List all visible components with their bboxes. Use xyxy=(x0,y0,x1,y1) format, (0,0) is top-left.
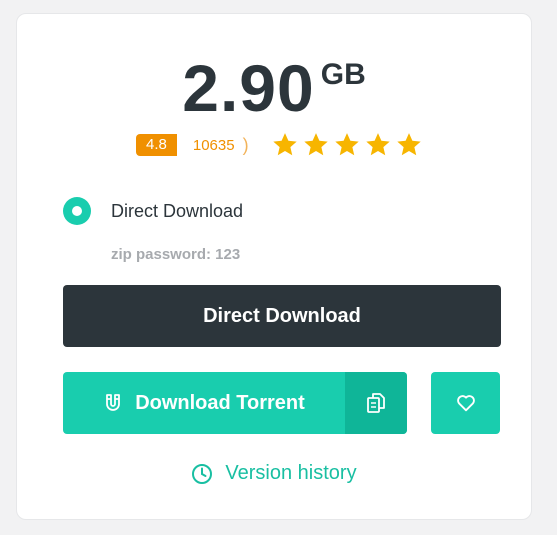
star-icon[interactable] xyxy=(395,131,423,159)
heart-icon xyxy=(456,395,475,412)
download-option-label: Direct Download xyxy=(111,200,244,221)
star-icon[interactable] xyxy=(364,131,392,159)
copy-link-button[interactable] xyxy=(345,372,407,434)
file-size: 2.90 GB xyxy=(17,55,531,121)
rating-row: 4.8 10635 ) xyxy=(136,131,423,159)
version-history-link[interactable]: Version history xyxy=(17,462,531,485)
rating-count-suffix: ) xyxy=(242,134,249,155)
clock-icon xyxy=(192,463,213,484)
magnet-icon xyxy=(106,394,121,411)
download-option[interactable]: Direct Download xyxy=(63,197,243,225)
rating-score-badge: 4.8 xyxy=(136,134,177,156)
star-icon[interactable] xyxy=(333,131,361,159)
version-history-label: Version history xyxy=(225,462,357,484)
download-torrent-label: Download Torrent xyxy=(135,391,305,414)
favorite-button[interactable] xyxy=(431,372,500,434)
file-size-unit: GB xyxy=(320,58,366,91)
rating-count-value: 10635 xyxy=(192,136,235,154)
download-torrent-group: Download Torrent xyxy=(63,372,407,434)
file-size-value: 2.90 xyxy=(182,51,315,125)
copy-icon xyxy=(367,393,385,413)
download-torrent-button[interactable]: Download Torrent xyxy=(63,372,345,434)
download-card: 2.90 GB 4.8 10635 ) Direct Download zip p… xyxy=(16,13,532,520)
star-rating[interactable] xyxy=(271,131,423,159)
star-icon[interactable] xyxy=(271,131,299,159)
direct-download-button[interactable]: Direct Download xyxy=(63,285,501,347)
star-icon[interactable] xyxy=(302,131,330,159)
radio-selected-icon[interactable] xyxy=(63,197,91,225)
rating-count: 10635 ) xyxy=(193,135,249,156)
zip-password-note: zip password: 123 xyxy=(111,246,241,263)
